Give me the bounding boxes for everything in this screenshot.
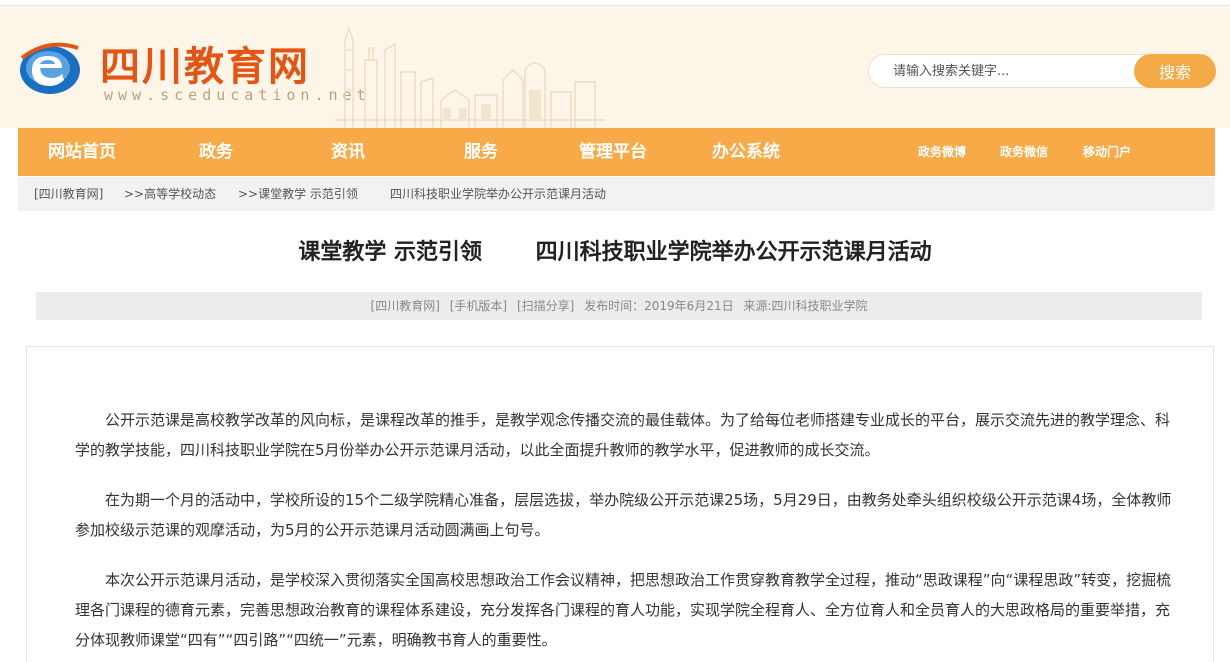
breadcrumb: [四川教育网] >>高等学校动态 >>课堂教学 示范引领 四川科技职业学院举办公… bbox=[18, 177, 1215, 211]
nav-weibo[interactable]: 政务微博 bbox=[918, 128, 966, 176]
nav-news[interactable]: 资讯 bbox=[331, 128, 365, 176]
search-bar: 搜索 bbox=[868, 54, 1216, 88]
site-logo[interactable]: 四川教育网 www.sceducation.net bbox=[18, 32, 366, 112]
logo-e-icon bbox=[20, 42, 80, 94]
nav-admin-platform[interactable]: 管理平台 bbox=[579, 128, 647, 176]
article-paragraph: 在为期一个月的活动中，学校所设的15个二级学院精心准备，层层选拔，举办院级公开示… bbox=[75, 491, 1172, 539]
meta-source: 来源:四川科技职业学院 bbox=[743, 299, 868, 313]
article-body: 公开示范课是高校教学改革的风向标，是课程改革的推手，是教学观念传播交流的最佳载体… bbox=[26, 346, 1214, 662]
site-header: 四川教育网 www.sceducation.net 搜 bbox=[0, 6, 1230, 128]
meta-mobile-version[interactable]: [手机版本] bbox=[450, 299, 507, 313]
breadcrumb-current: 四川科技职业学院举办公开示范课月活动 bbox=[390, 187, 607, 201]
nav-wechat[interactable]: 政务微信 bbox=[1000, 128, 1048, 176]
article-paragraph: 本次公开示范课月活动，是学校深入贯彻落实全国高校思想政治工作会议精神，把思想政治… bbox=[75, 571, 1172, 649]
nav-office-system[interactable]: 办公系统 bbox=[712, 128, 780, 176]
nav-mobile[interactable]: 移动门户 bbox=[1083, 128, 1131, 176]
search-button[interactable]: 搜索 bbox=[1134, 54, 1216, 88]
meta-publish-date: 发布时间：2019年6月21日 bbox=[584, 299, 734, 313]
nav-services[interactable]: 服务 bbox=[464, 128, 498, 176]
breadcrumb-higher-ed-news[interactable]: >>高等学校动态 bbox=[124, 177, 216, 211]
article-title: 课堂教学 示范引领 四川科技职业学院举办公开示范课月活动 bbox=[298, 240, 932, 265]
search-input[interactable] bbox=[868, 54, 1168, 88]
breadcrumb-home[interactable]: [四川教育网] bbox=[34, 177, 103, 211]
site-title: 四川教育网 bbox=[100, 44, 310, 90]
meta-scan-share[interactable]: [扫描分享] bbox=[517, 299, 574, 313]
nav-government[interactable]: 政务 bbox=[199, 128, 233, 176]
main-nav: 网站首页 政务 资讯 服务 管理平台 办公系统 政务微博 政务微信 移动门户 bbox=[18, 128, 1215, 176]
breadcrumb-category[interactable]: >>课堂教学 示范引领 bbox=[238, 177, 358, 211]
city-skyline-illustration bbox=[335, 26, 605, 128]
meta-source-tag[interactable]: [四川教育网] bbox=[371, 299, 440, 313]
nav-home[interactable]: 网站首页 bbox=[48, 128, 116, 176]
article-meta: [四川教育网] [手机版本] [扫描分享] 发布时间：2019年6月21日 来源… bbox=[36, 292, 1202, 320]
article-paragraph: 公开示范课是高校教学改革的风向标，是课程改革的推手，是教学观念传播交流的最佳载体… bbox=[75, 411, 1171, 459]
